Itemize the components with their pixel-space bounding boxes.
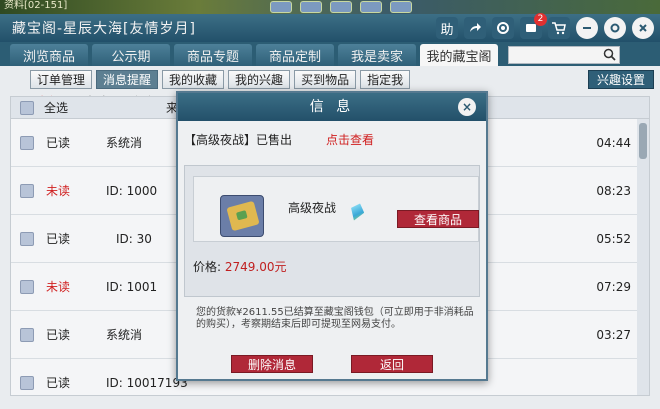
cart-count-badge: 2 [534,13,547,26]
row-time: 08:23 [596,183,631,198]
record-icon[interactable] [492,17,514,39]
minimize-icon[interactable] [576,17,598,39]
dialog-buttons: 删除消息 返回 [178,355,486,373]
row-checkbox[interactable] [20,135,34,150]
game-strip-label: 资料[02-151] [4,0,68,11]
game-avatar-icon [300,1,322,13]
tab-browse[interactable]: 浏览商品 [10,44,88,66]
game-avatar-icon [270,1,292,13]
tab-topics[interactable]: 商品专题 [174,44,252,66]
price-label: 价格: [193,260,222,274]
row-checkbox[interactable] [20,231,34,246]
share-icon[interactable] [464,17,486,39]
dialog-notice: 【高级夜战】已售出 点击查看 [178,121,486,161]
row-status: 未读 [46,184,71,198]
view-goods-button[interactable]: 查看商品 [397,210,479,228]
row-checkbox[interactable] [20,327,34,342]
row-time: 07:29 [596,279,631,294]
scrollbar-thumb[interactable] [639,123,647,159]
subnav-favorites[interactable]: 我的收藏 [162,69,225,89]
window-title: 藏宝阁-星辰大海[友情岁月] [12,21,196,37]
row-checkbox[interactable] [20,279,34,294]
game-avatar-icon [360,1,382,13]
item-card: 高级夜战 查看商品 [193,176,479,242]
subnav-messages[interactable]: 消息提醒 [96,69,159,89]
game-avatar-icon [330,1,352,13]
settlement-description: 您的货款¥2611.55已结算至藏宝阁钱包（可立即用于非消耗品的购买），考察期结… [196,307,474,330]
close-icon[interactable] [632,17,654,39]
subnav-purchased[interactable]: 买到物品 [294,69,357,89]
tab-seller[interactable]: 我是卖家 [338,44,416,66]
delete-message-button[interactable]: 删除消息 [231,355,313,373]
view-details-link[interactable]: 点击查看 [326,131,374,161]
row-checkbox[interactable] [20,183,34,198]
row-time: 05:52 [596,231,631,246]
titlebar: 藏宝阁-星辰大海[友情岁月] 助 2 [0,13,660,42]
dialog-close-icon[interactable]: × [458,98,476,116]
row-status: 已读 [46,328,71,342]
game-avatar-icon [390,1,412,13]
row-status: 已读 [46,376,71,390]
item-box: 高级夜战 查看商品 价格: 2749.00元 [184,165,480,297]
select-all-checkbox[interactable] [20,100,34,115]
sub-nav: 订单管理 消息提醒 我的收藏 我的兴趣 买到物品 指定我 兴趣设置 [0,66,660,92]
tab-public-period[interactable]: 公示期 [92,44,170,66]
subnav-interests[interactable]: 我的兴趣 [228,69,291,89]
list-scrollbar[interactable] [637,119,649,395]
subnav-designated[interactable]: 指定我 [360,69,411,89]
row-status: 已读 [46,136,71,150]
dialog-titlebar: 信 息 × [178,93,486,121]
dialog-title: 信 息 [309,99,355,115]
title-icons: 助 2 [436,13,654,39]
back-button[interactable]: 返回 [351,355,433,373]
notice-message: 【高级夜战】已售出 [184,133,293,147]
cart-icon[interactable] [548,17,570,39]
main-tabs: 浏览商品 公示期 商品专题 商品定制 我是卖家 我的藏宝阁 [0,42,660,66]
tab-custom[interactable]: 商品定制 [256,44,334,66]
item-name: 高级夜战 [288,201,337,215]
row-time: 03:27 [596,327,631,342]
search-input[interactable] [509,47,599,63]
tab-my-cbg[interactable]: 我的藏宝阁 [420,44,498,66]
scroll-item-icon [220,195,264,237]
select-all-label: 全选 [44,101,69,115]
row-status: 已读 [46,232,71,246]
subnav-orders[interactable]: 订单管理 [30,69,93,89]
row-checkbox[interactable] [20,375,34,390]
interest-settings-button[interactable]: 兴趣设置 [588,70,654,89]
search-icon[interactable] [603,48,616,61]
info-dialog: 信 息 × 【高级夜战】已售出 点击查看 高级夜战 查看商品 价格: 2749.… [176,91,488,381]
price-line: 价格: 2749.00元 [193,258,287,275]
help-icon[interactable]: 助 [436,17,458,39]
settings-gear-icon[interactable] [604,17,626,39]
game-status-strip: 资料[02-151] [0,0,660,14]
message-icon[interactable]: 2 [520,13,547,39]
price-value: 2749.00元 [224,260,287,274]
search-box [508,46,620,64]
gem-icon [347,201,366,223]
row-status: 未读 [46,280,71,294]
row-time: 04:44 [596,135,631,150]
